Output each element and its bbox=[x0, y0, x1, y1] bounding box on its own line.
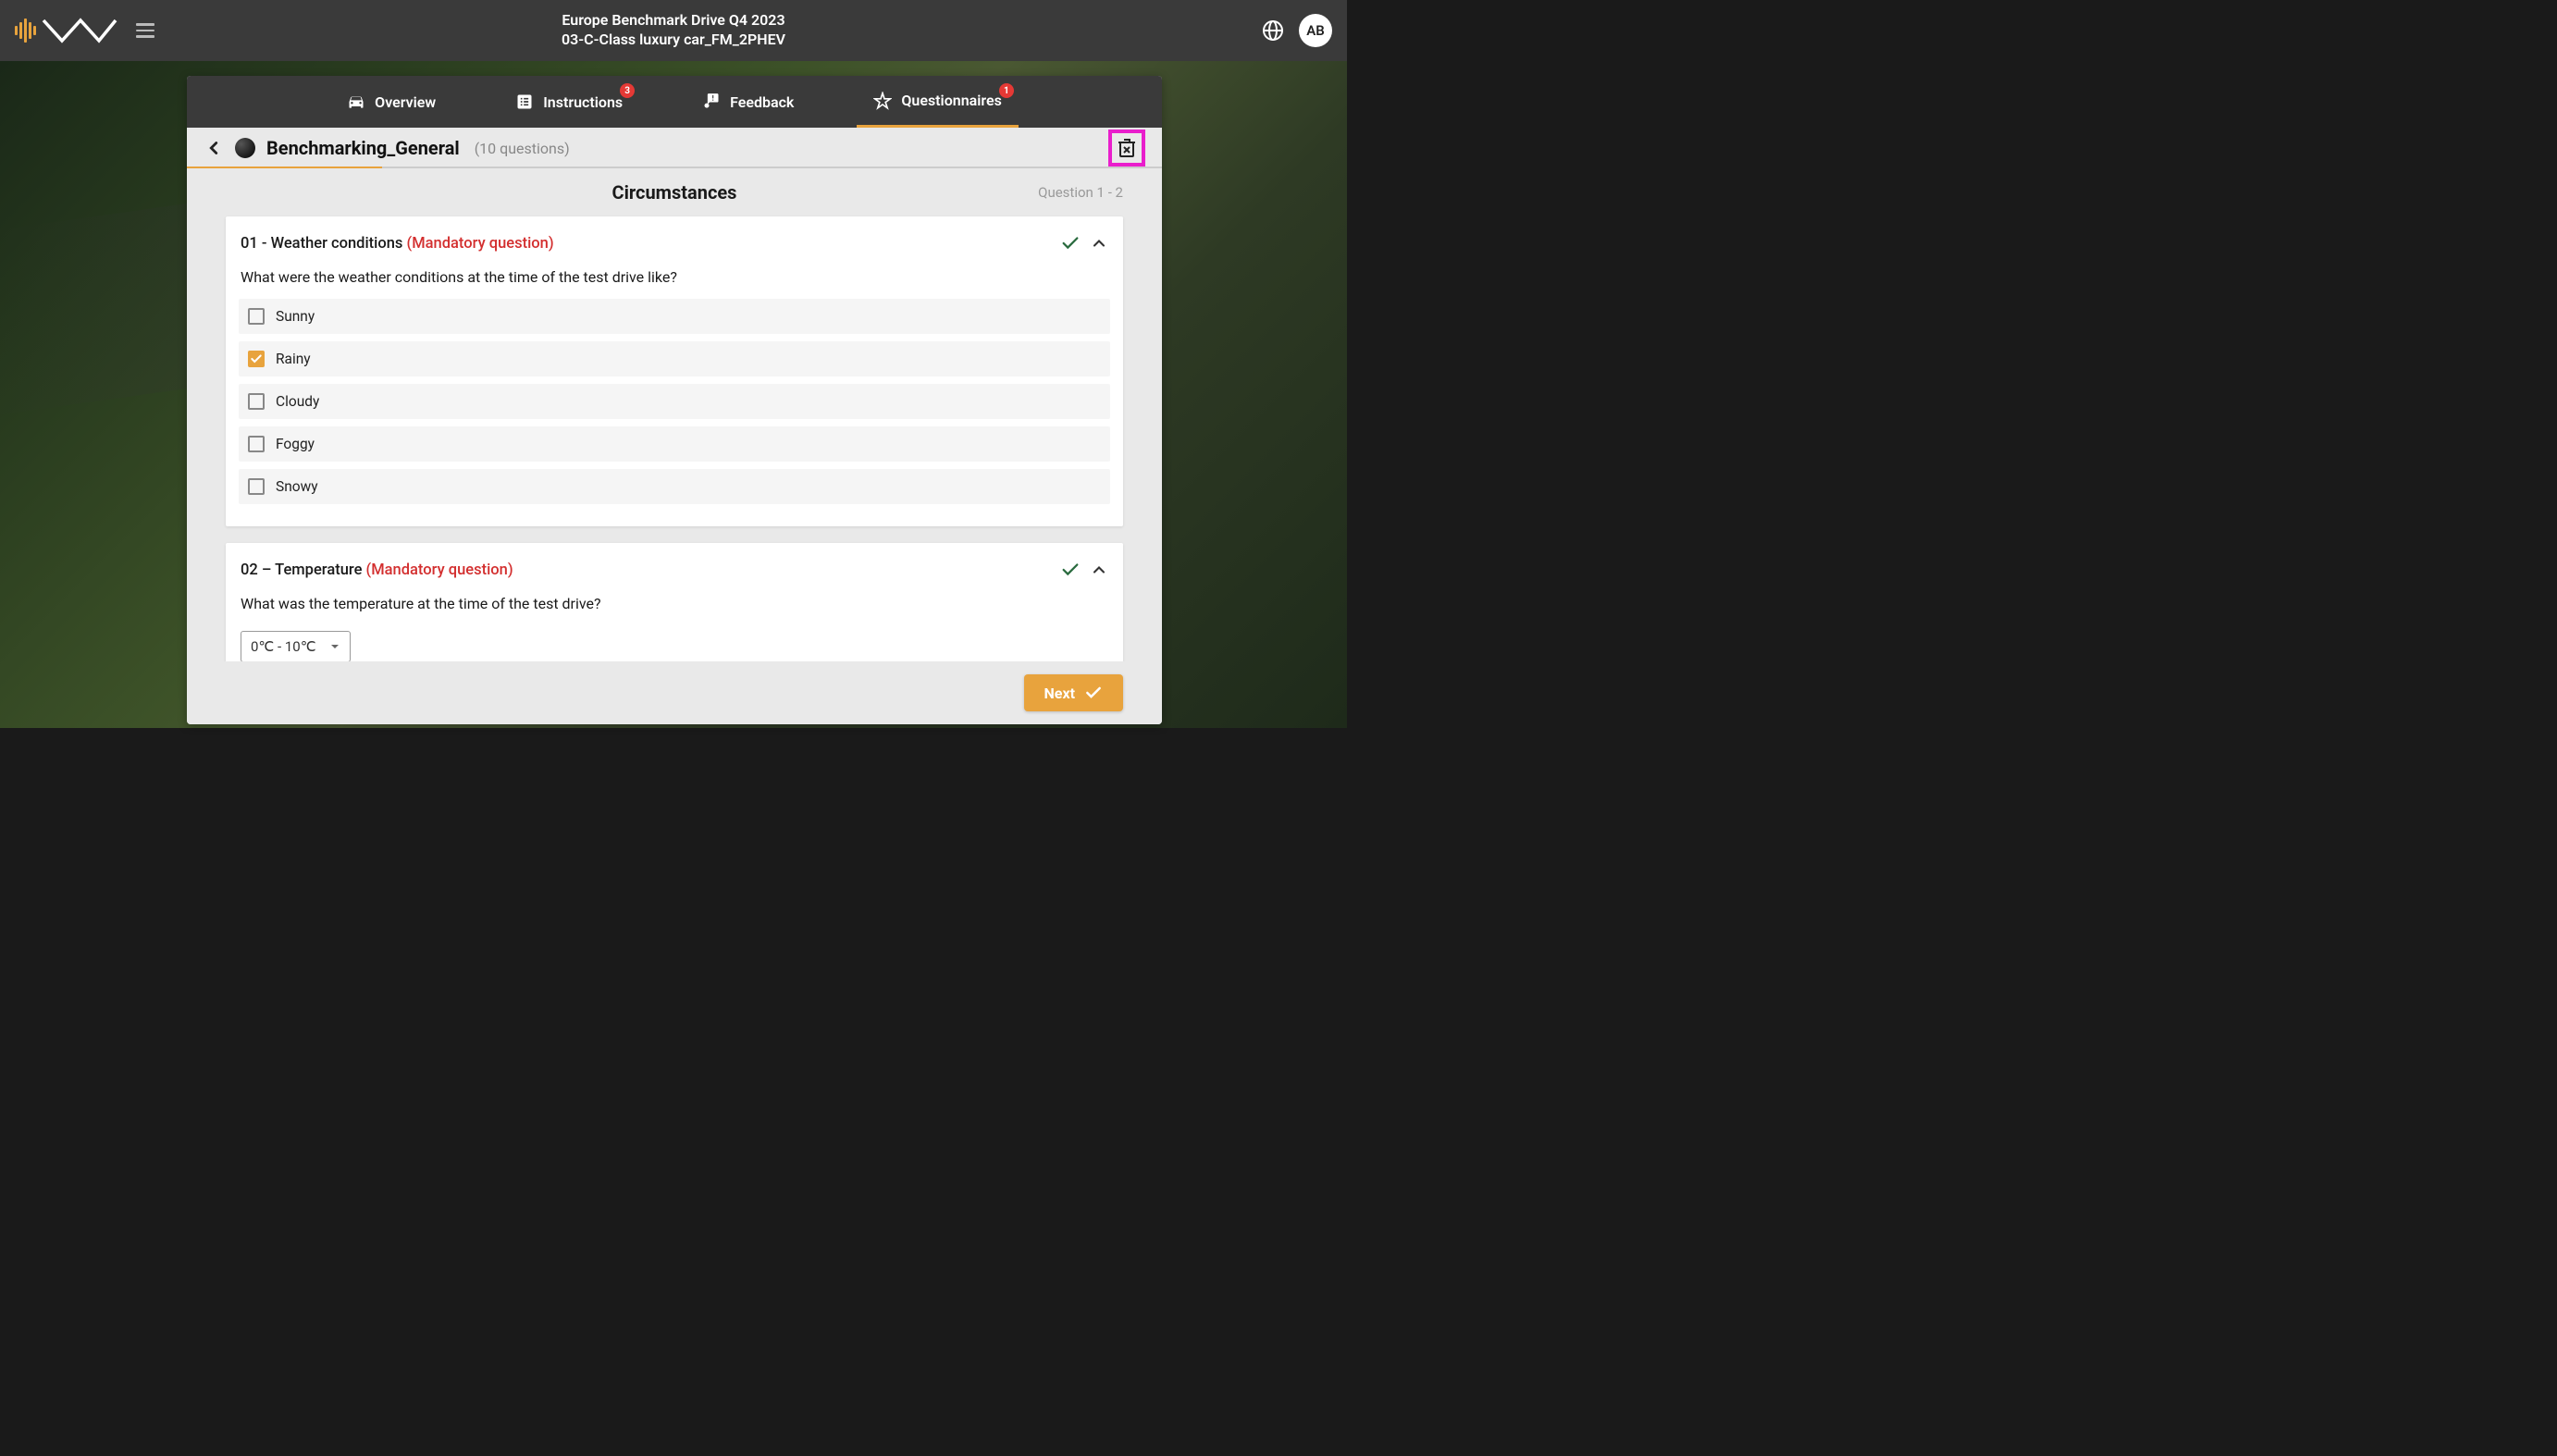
option-label: Cloudy bbox=[276, 393, 319, 410]
questionnaire-name: Benchmarking_General bbox=[266, 137, 460, 159]
mandatory-label: (Mandatory question) bbox=[362, 561, 513, 579]
question-number-title: 02 – Temperature bbox=[241, 561, 362, 579]
option-foggy[interactable]: Foggy bbox=[239, 426, 1110, 462]
option-snowy[interactable]: Snowy bbox=[239, 469, 1110, 504]
option-label: Snowy bbox=[276, 478, 318, 495]
top-bar: Europe Benchmark Drive Q4 2023 03-C-Clas… bbox=[0, 0, 1347, 61]
app-logo bbox=[15, 17, 117, 44]
content-area: Circumstances Question 1 - 2 01 - Weathe… bbox=[187, 168, 1162, 724]
checkbox[interactable] bbox=[248, 351, 265, 367]
question-card-1: 01 - Weather conditions (Mandatory quest… bbox=[226, 216, 1123, 526]
tab-instructions[interactable]: Instructions 3 bbox=[499, 76, 639, 128]
dropdown-value: 0℃ - 10℃ bbox=[251, 638, 316, 655]
feedback-icon bbox=[702, 93, 721, 111]
option-label: Rainy bbox=[276, 351, 311, 367]
chevron-down-icon bbox=[329, 641, 340, 652]
question-text: What was the temperature at the time of … bbox=[241, 595, 1108, 612]
questionnaire-header: Benchmarking_General (10 questions) bbox=[187, 128, 1162, 168]
mandatory-label: (Mandatory question) bbox=[402, 235, 553, 253]
checklist-icon bbox=[515, 93, 534, 111]
option-cloudy[interactable]: Cloudy bbox=[239, 384, 1110, 419]
badge: 1 bbox=[999, 83, 1014, 98]
tab-overview[interactable]: Overview bbox=[330, 76, 452, 128]
answered-check-icon bbox=[1060, 233, 1081, 253]
question-text: What were the weather conditions at the … bbox=[241, 268, 1108, 286]
logo-wave-icon bbox=[42, 17, 117, 44]
checkbox[interactable] bbox=[248, 436, 265, 452]
reset-button[interactable] bbox=[1108, 130, 1145, 167]
temperature-dropdown[interactable]: 0℃ - 10℃ bbox=[241, 631, 351, 662]
globe-icon[interactable] bbox=[1262, 19, 1284, 42]
menu-button[interactable] bbox=[132, 16, 158, 45]
avatar-initials: AB bbox=[1306, 22, 1325, 39]
checkbox[interactable] bbox=[248, 308, 265, 325]
answered-check-icon bbox=[1060, 560, 1081, 580]
tab-label: Instructions bbox=[543, 93, 623, 111]
question-card-2: 02 – Temperature (Mandatory question) Wh… bbox=[226, 543, 1123, 681]
check-icon bbox=[1084, 684, 1103, 702]
main-panel: Overview Instructions 3 Feedback Questio… bbox=[187, 76, 1162, 724]
tab-feedback[interactable]: Feedback bbox=[686, 76, 810, 128]
next-label: Next bbox=[1044, 685, 1075, 702]
tab-label: Questionnaires bbox=[901, 92, 1001, 109]
car-icon bbox=[347, 93, 365, 111]
title-line-2: 03-C-Class luxury car_FM_2PHEV bbox=[562, 31, 785, 50]
collapse-button[interactable] bbox=[1090, 234, 1108, 253]
question-count: (10 questions) bbox=[475, 140, 570, 157]
section-header: Circumstances Question 1 - 2 bbox=[187, 168, 1162, 216]
option-sunny[interactable]: Sunny bbox=[239, 299, 1110, 334]
badge: 3 bbox=[620, 83, 635, 98]
page-title: Europe Benchmark Drive Q4 2023 03-C-Clas… bbox=[562, 11, 785, 50]
tab-label: Feedback bbox=[730, 93, 794, 111]
next-button[interactable]: Next bbox=[1024, 674, 1123, 711]
title-line-1: Europe Benchmark Drive Q4 2023 bbox=[562, 11, 785, 31]
tab-bar: Overview Instructions 3 Feedback Questio… bbox=[187, 76, 1162, 128]
checkbox[interactable] bbox=[248, 393, 265, 410]
checkbox[interactable] bbox=[248, 478, 265, 495]
tab-label: Overview bbox=[375, 93, 436, 111]
status-dot-icon bbox=[235, 138, 255, 158]
footer: Next bbox=[187, 661, 1162, 724]
option-label: Foggy bbox=[276, 436, 315, 452]
trash-x-icon bbox=[1118, 138, 1136, 158]
tab-questionnaires[interactable]: Questionnaires 1 bbox=[857, 76, 1018, 128]
question-number-title: 01 - Weather conditions bbox=[241, 235, 402, 253]
collapse-button[interactable] bbox=[1090, 561, 1108, 579]
section-title: Circumstances bbox=[612, 181, 737, 204]
back-button[interactable] bbox=[204, 138, 224, 158]
question-range: Question 1 - 2 bbox=[1038, 184, 1123, 201]
star-icon bbox=[873, 92, 892, 110]
user-avatar[interactable]: AB bbox=[1299, 14, 1332, 47]
option-rainy[interactable]: Rainy bbox=[239, 341, 1110, 376]
option-label: Sunny bbox=[276, 308, 315, 325]
